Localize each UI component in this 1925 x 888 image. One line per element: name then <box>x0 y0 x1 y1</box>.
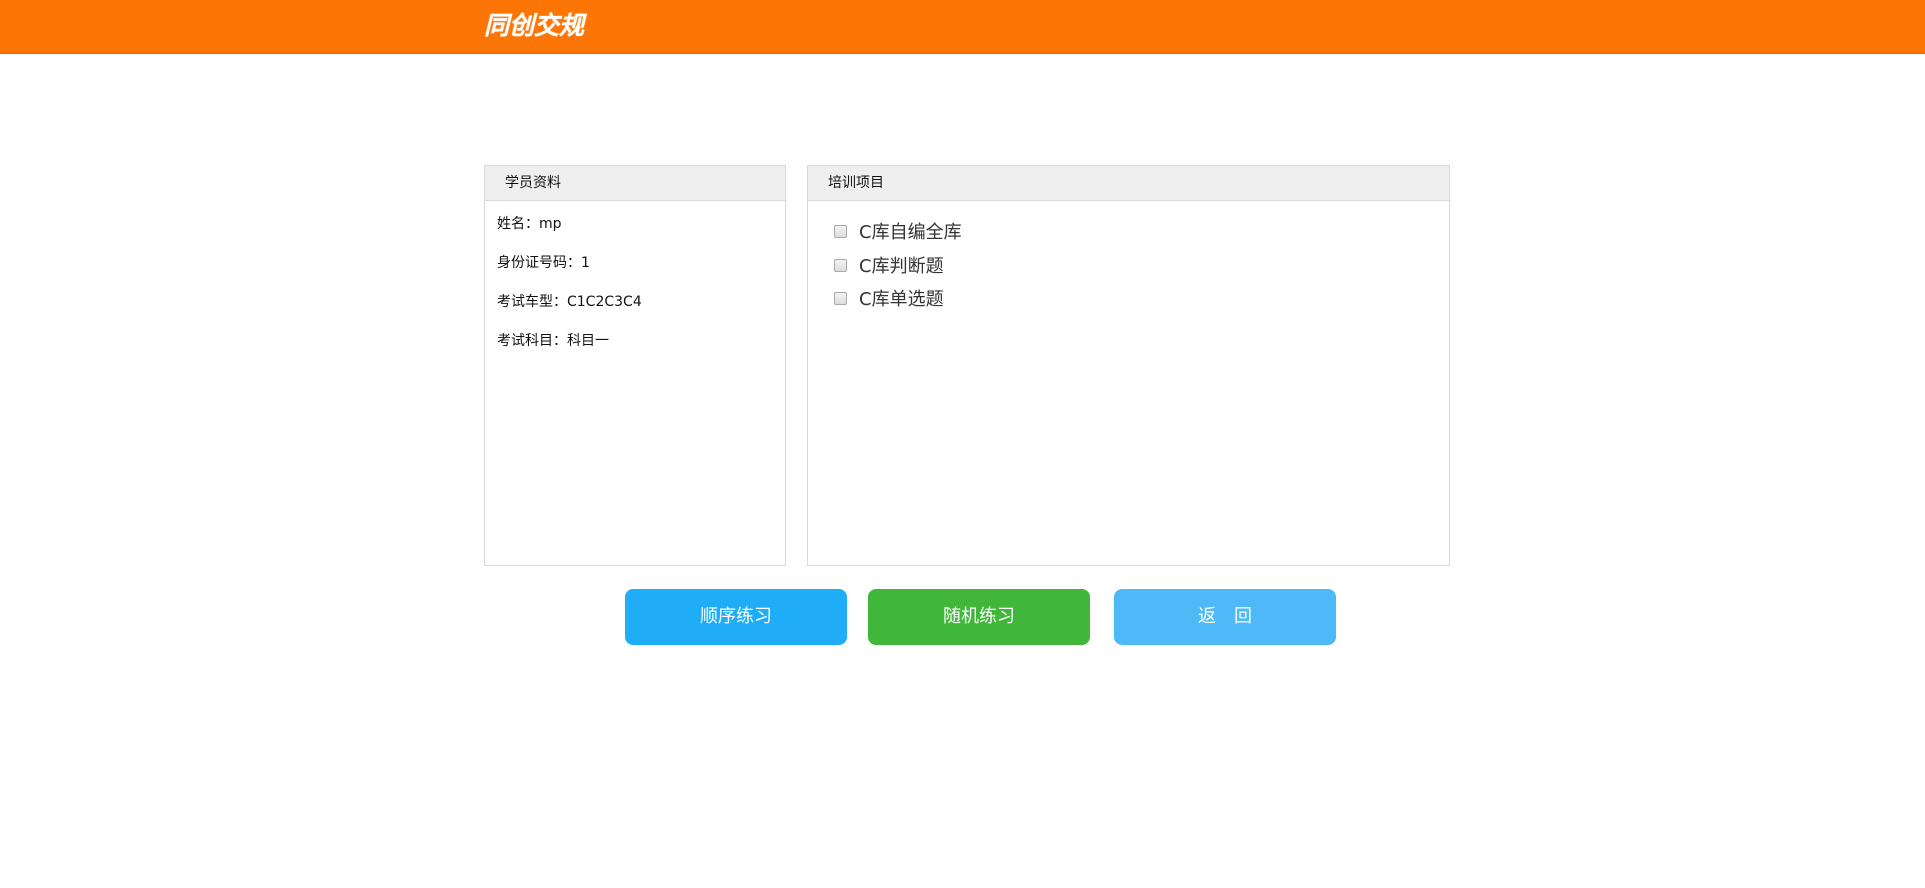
back-button[interactable]: 返 回 <box>1114 589 1336 645</box>
sequential-practice-button[interactable]: 顺序练习 <box>625 589 847 645</box>
checkbox[interactable] <box>834 224 847 238</box>
training-option[interactable]: C库单选题 <box>834 286 944 310</box>
student-info-title: 学员资料 <box>485 166 785 201</box>
student-name: 姓名：mp <box>497 216 562 232</box>
exam-subject: 考试科目：科目一 <box>497 333 609 349</box>
training-items-panel: 培训项目 C库自编全库 C库判断题 C库单选题 <box>807 165 1450 566</box>
training-option-label[interactable]: C库单选题 <box>859 285 944 311</box>
top-bar: 同创交规 <box>0 0 1925 54</box>
training-option[interactable]: C库自编全库 <box>834 219 962 243</box>
random-practice-button[interactable]: 随机练习 <box>868 589 1090 645</box>
training-option[interactable]: C库判断题 <box>834 253 944 277</box>
checkbox[interactable] <box>834 258 847 272</box>
checkbox[interactable] <box>834 291 847 305</box>
training-option-label[interactable]: C库自编全库 <box>859 218 962 244</box>
training-items-title: 培训项目 <box>808 166 1449 201</box>
exam-vehicle-type: 考试车型：C1C2C3C4 <box>497 294 642 310</box>
training-option-label[interactable]: C库判断题 <box>859 252 944 278</box>
student-info-panel: 学员资料 姓名：mp 身份证号码：1 考试车型：C1C2C3C4 考试科目：科目… <box>484 165 786 566</box>
brand-logo: 同创交规 <box>484 11 585 40</box>
student-id-number: 身份证号码：1 <box>497 255 590 271</box>
